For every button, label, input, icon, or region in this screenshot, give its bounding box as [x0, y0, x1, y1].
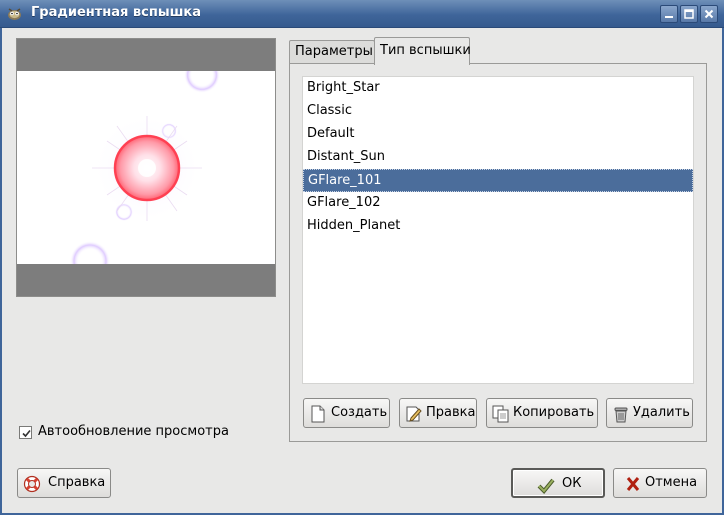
copy-button[interactable]: Копировать	[486, 398, 598, 428]
new-button-label: Создать	[331, 405, 388, 420]
auto-update-checkbox[interactable]	[19, 426, 32, 439]
flare-preview-image	[70, 71, 220, 264]
ok-button-label: ОК	[562, 476, 582, 491]
edit-pencil-icon	[406, 406, 422, 422]
minimize-icon	[665, 16, 673, 18]
preview-bottom-band	[17, 264, 275, 296]
maximize-icon	[684, 9, 694, 19]
edit-button-label: Правка	[426, 405, 476, 420]
list-item[interactable]: Distant_Sun	[303, 146, 693, 169]
checkmark-icon	[22, 429, 31, 438]
help-button-label: Справка	[48, 475, 106, 490]
flare-preview	[16, 38, 276, 297]
cancel-button-label: Отмена	[645, 475, 698, 490]
list-item[interactable]: Default	[303, 123, 693, 146]
list-item[interactable]: Classic	[303, 100, 693, 123]
lifebuoy-icon	[23, 475, 41, 493]
tab-flare-type[interactable]: Тип вспышки	[374, 37, 471, 65]
new-button[interactable]: Создать	[303, 398, 390, 428]
cross-icon	[626, 477, 640, 491]
new-document-icon	[311, 405, 325, 423]
ok-button[interactable]: ОК	[511, 468, 605, 498]
trash-can-icon	[614, 407, 628, 423]
close-icon	[704, 9, 714, 19]
window-titlebar[interactable]: Градиентная вспышка	[0, 0, 724, 28]
cancel-button[interactable]: Отмена	[613, 468, 707, 498]
gimp-app-icon	[8, 8, 21, 20]
edit-button[interactable]: Правка	[399, 398, 477, 428]
auto-update-label: Автообновление просмотра	[38, 424, 229, 439]
tab-flare-type-label: Тип вспышки	[380, 43, 471, 58]
list-item[interactable]: Bright_Star	[303, 77, 693, 100]
minimize-button[interactable]	[660, 5, 678, 23]
tab-parameters[interactable]: Параметры	[289, 40, 375, 64]
delete-button[interactable]: Удалить	[606, 398, 693, 428]
flare-list[interactable]: Bright_Star Classic Default Distant_Sun …	[302, 76, 694, 384]
copy-icon	[492, 405, 509, 423]
window-title: Градиентная вспышка	[31, 5, 202, 20]
copy-button-label: Копировать	[513, 405, 595, 420]
check-icon	[537, 478, 555, 494]
list-item-selected[interactable]: GFlare_101	[303, 169, 693, 192]
help-button[interactable]: Справка	[17, 468, 111, 498]
preview-top-band	[17, 39, 275, 71]
list-item[interactable]: Hidden_Planet	[303, 215, 693, 238]
tab-parameters-label: Параметры	[295, 44, 373, 59]
list-item[interactable]: GFlare_102	[303, 192, 693, 215]
close-window-button[interactable]	[700, 5, 718, 23]
maximize-button[interactable]	[680, 5, 698, 23]
delete-button-label: Удалить	[633, 405, 690, 420]
